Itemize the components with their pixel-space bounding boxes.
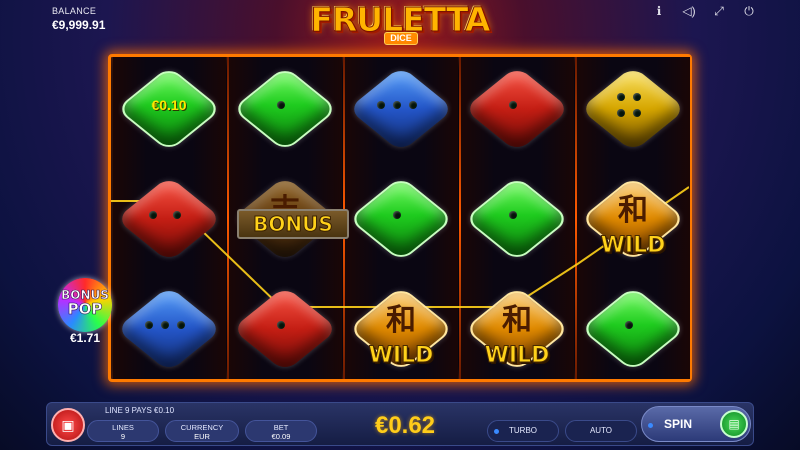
cards-icon: ▣ [61,417,75,433]
auto-toggle[interactable]: AUTO [565,420,637,442]
line-win-info: LINE 9 PAYS €0.10 [105,406,175,415]
die-cube [463,175,571,263]
balance-label: BALANCE [52,6,97,16]
green-die-symbol [579,283,687,375]
control-bar: ▣ LINE 9 PAYS €0.10 LINES 9 CURRENCY EUR… [46,402,754,446]
balance-display: BALANCE €9,999.91 [52,6,105,32]
turbo-label: TURBO [509,426,537,435]
paytable-button[interactable]: ▣ [51,408,85,442]
blue-die-symbol [115,283,223,375]
auto-label: AUTO [589,426,613,435]
bonus-pop-amount: €1.71 [69,331,101,345]
currency-selector[interactable]: CURRENCY EUR [165,420,239,442]
die-pip [409,101,417,109]
lines-selector[interactable]: LINES 9 [87,420,159,442]
die-pip [509,211,517,219]
die-pip [149,211,157,219]
top-icon-bar: ℹ ◁) ⤢ ⏻ [652,4,756,18]
green-die-symbol [463,173,571,265]
bet-selector[interactable]: BET €0.09 [245,420,317,442]
spin-label: SPIN [664,417,693,431]
die-cube [115,285,223,373]
win-amount: €0.62 [374,412,436,439]
sound-icon[interactable]: ◁) [682,4,696,18]
die-cube [115,175,223,263]
bonus-pop-badge: BONUS POP €1.71 [52,276,118,352]
info-icon[interactable]: ℹ [652,4,666,18]
die-pip [393,101,401,109]
die-pip [161,321,169,329]
die-pip [177,321,185,329]
yellow-die-symbol [579,63,687,155]
red-die-symbol [463,63,571,155]
reel-frame: €0.10 吉BONUS 和 WILD 和 WILD 和 WILD [108,54,692,382]
wild-die-symbol: 和 WILD [579,173,687,265]
die-pip [509,101,517,109]
lines-label: LINES [112,423,134,432]
fullscreen-icon[interactable]: ⤢ [712,4,726,18]
die-cube [347,65,455,153]
wild-die-symbol: 和 WILD [347,283,455,375]
die-cube [463,65,571,153]
die-pip [173,211,181,219]
die-cube [231,285,339,373]
bonus-die-symbol: 吉BONUS [231,173,349,265]
spin-indicator-icon [648,423,653,428]
die-pip [377,101,385,109]
blue-die-symbol [347,63,455,155]
kanji-glyph-icon: 和 [618,193,648,228]
die-pip [277,101,285,109]
die-pip [633,93,641,101]
die-pip [625,321,633,329]
bonus-label: BONUS [237,209,349,239]
cash-icon: ▤ [720,410,748,438]
die-pip [633,109,641,117]
kanji-glyph-icon: 和 [386,303,416,338]
power-icon[interactable]: ⏻ [742,4,756,18]
green-die-symbol: €0.10 [115,63,223,155]
die-cube [347,175,455,263]
wild-label: WILD [368,343,434,369]
red-die-symbol [231,283,339,375]
bet-value: €0.09 [271,432,291,441]
game-logo: FRULETTA DICE [300,1,500,46]
wild-label: WILD [600,233,666,259]
currency-label: CURRENCY [180,423,224,432]
die-cube [579,65,687,153]
wild-label: WILD [484,343,550,369]
die-pip [393,211,401,219]
spin-button[interactable]: SPIN ▤ [641,406,751,442]
die-cube [231,65,339,153]
balance-value: €9,999.91 [52,18,106,32]
coin-value-label: €0.10 [151,97,187,113]
green-die-symbol [347,173,455,265]
bonus-pop-line2: POP [67,300,103,318]
kanji-glyph-icon: 和 [502,303,532,338]
logo-subtitle: DICE [384,32,418,45]
die-pip [277,321,285,329]
die-pip [617,109,625,117]
turbo-toggle[interactable]: TURBO [487,420,559,442]
die-pip [145,321,153,329]
bet-label: BET [273,423,289,432]
lines-value: 9 [120,432,126,441]
currency-value: EUR [194,432,210,441]
red-die-symbol [115,173,223,265]
green-die-symbol [231,63,339,155]
die-pip [617,93,625,101]
die-cube [579,285,687,373]
wild-die-symbol: 和 WILD [463,283,571,375]
